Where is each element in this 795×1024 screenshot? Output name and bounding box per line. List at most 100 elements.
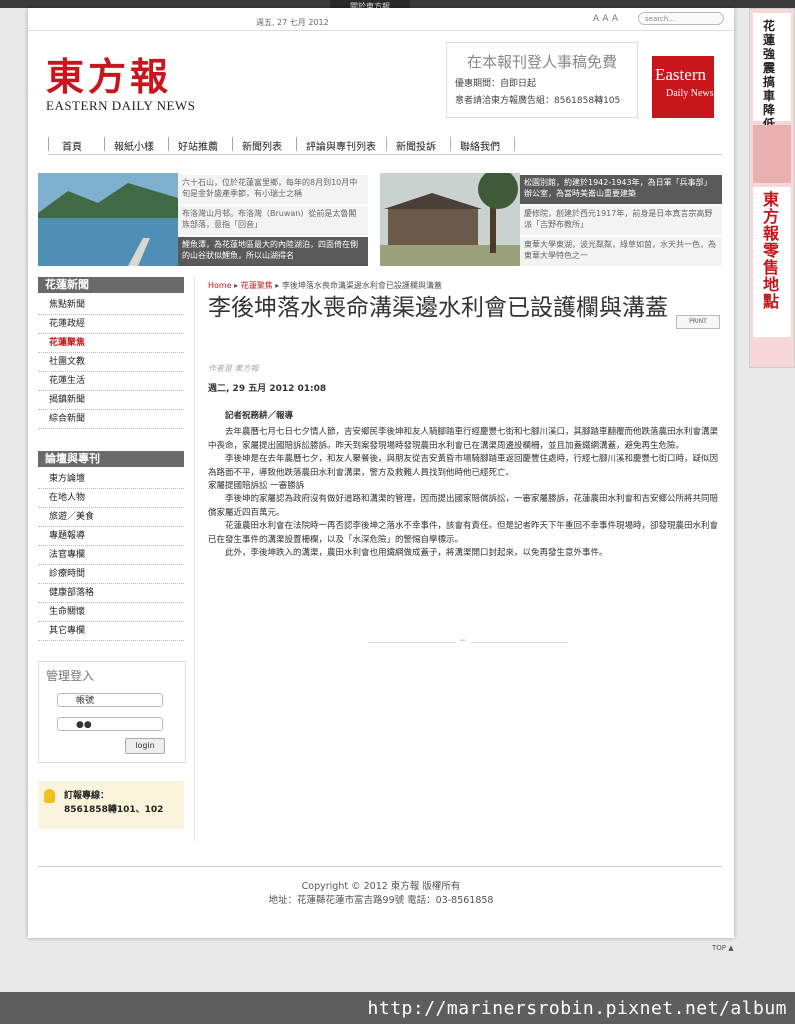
article-paragraph: 去年農曆七月七日七夕情人節，吉安鄉民李後坤和友人騎腳踏車行經慶豐七街和七腳川溪口… [208,427,719,451]
divider-ornament: ∽ [456,636,470,646]
breadcrumb: Home ▸ 花蓮聚焦 ▸ 李後坤落水喪命溝渠邊水利會已設護欄與溝蓋 [208,281,442,290]
nav-columns[interactable]: 評論與專刊列表 [306,138,376,153]
sidebar-item-life-care[interactable]: 生命關懷 [38,603,184,622]
ad-title: 在本報刊登人事稿免費 [466,53,617,71]
sidebar-item-general[interactable]: 綜合新聞 [38,410,184,429]
print-button[interactable]: PRINT [676,315,720,329]
badge-line-2: Daily News [666,88,714,99]
hotline-text: 訂報專線： 8561858轉101、102 [64,789,163,817]
lake-photo[interactable] [38,173,178,266]
breadcrumb-current: 李後坤落水喪命溝渠邊水利會已設護欄與溝蓋 [281,281,442,290]
nav-separator [168,137,169,151]
article-author: 作者是 東方報 [208,364,259,373]
ad-panel-image [753,125,791,183]
article-paragraph: 此外，李後坤跌入的溝渠，農田水利會也用鐵網做成蓋子，將溝渠開口封起來，以免再發生… [225,548,608,559]
sidebar-item-politics[interactable]: 花蓮政經 [38,315,184,334]
breadcrumb-category[interactable]: 花蓮聚焦 [241,281,273,290]
eastern-daily-news-badge: Eastern Daily News [652,56,714,118]
hotline-label: 訂報專線： [64,791,110,801]
username-placeholder: 帳號 [76,696,95,706]
article-date: 週二, 29 五月 2012 01:08 [208,384,327,394]
ad-line-2: 意者請洽東方報廣告組：8561858轉105 [455,96,621,106]
right-side-ad[interactable]: 花蓮強震搞車降低 東方報 零售地點 [749,8,795,368]
main-nav: 首頁 報紙小樣 好站推薦 新聞列表 評論與專刊列表 新聞投訴 聯絡我們 [48,132,722,155]
sidebar-item-clinic[interactable]: 診療時間 [38,565,184,584]
nav-paper-sample[interactable]: 報紙小樣 [114,138,154,153]
hotline-value: 8561858轉101、102 [64,805,164,815]
back-to-top-link[interactable]: TOP ▲ [712,944,734,952]
sidebar-item-special[interactable]: 專題報導 [38,527,184,546]
feature-item[interactable]: 慶修院，創建於西元1917年，前身是日本真言宗高野派「吉野布教所」 [520,206,722,235]
nav-separator [450,137,451,151]
article-title: 李後坤落水喪命溝渠邊水利會已設護欄與溝蓋 [208,295,668,321]
ad-line-1: 優惠期間：自即日起 [455,79,537,89]
ad-retail-text: 東方報 零售地點 [763,190,780,311]
address-text: 地址：花蓮縣花蓮市富吉路99號 電話：03-8561858 [268,895,494,906]
lightbulb-icon [44,789,55,803]
sidebar-item-other[interactable]: 其它專欄 [38,622,184,641]
sidebar-header-news: 花蓮新聞 [38,277,184,293]
sidebar-item-life[interactable]: 花蓮生活 [38,372,184,391]
feature-item-active[interactable]: 鯉魚潭，為花蓮地區最大的內陸湖泊，四面倚在側的山谷狀似鯉魚，所以山湖得名 [178,237,368,266]
feature-item[interactable]: 東華大學東湖，波光粼粼，綠草如茵，水天共一色，為東華大學特色之一 [520,237,722,266]
feature-item-active[interactable]: 松園別館，約建於1942-1943年，為日軍「兵事部」辦公室，為當時美崙山重要建… [520,175,722,204]
page-container: 週五, 27 七月 2012 AAA search... 東方報 EASTERN… [28,8,734,938]
article-reporter: 記者祝務耕／報導 [225,411,294,421]
sidebar-item-towns[interactable]: 揭鎮新聞 [38,391,184,410]
search-placeholder: search... [645,15,675,23]
article-paragraph: 李後坤的家屬認為政府沒有做好道路和溝渠的管理，因而提出國家賠償訴訟，一審家屬勝訴… [208,494,719,518]
nav-home[interactable]: 首頁 [62,138,82,153]
footer: Copyright © 2012 東方報 版權所有 地址：花蓮縣花蓮市富吉路99… [28,880,734,908]
logo-chinese: 東方報 [46,54,173,99]
feature-item[interactable]: 六十石山，位於花蓮富里鄉，每年的8月到10月中旬是金針盛產季節，有小瑞士之稱 [178,175,368,204]
sidebar-header-forum: 論壇與專刊 [38,451,184,467]
nav-complaints[interactable]: 新聞投訴 [396,138,436,153]
article-paragraph: 李後坤是在去年農曆七夕，和友人聚餐後，與朋友從吉安黃昏市場騎腳踏車返回慶豐住處時… [208,454,719,478]
login-header: 管理登入 [46,669,95,683]
sidebar-item-hualien-focus[interactable]: 花蓮聚焦 [38,334,184,353]
badge-line-1: Eastern [655,65,706,84]
divider [28,30,734,31]
breadcrumb-home[interactable]: Home [208,281,232,290]
subscription-hotline: 訂報專線： 8561858轉101、102 [38,781,184,829]
feature-slider-left: 六十石山，位於花蓮富里鄉，每年的8月到10月中旬是金針盛產季節，有小瑞士之稱 布… [38,173,368,266]
nav-separator [514,137,515,151]
sidebar-item-people[interactable]: 在地人物 [38,489,184,508]
watermark-bar: http://marinersrobin.pixnet.net/album [0,992,795,1024]
search-input[interactable]: search... [638,12,724,25]
sidebar-item-focus[interactable]: 焦點新聞 [38,296,184,315]
sidebar-item-health[interactable]: 健康部落格 [38,584,184,603]
nav-recommended[interactable]: 好站推薦 [178,138,218,153]
nav-separator [48,137,49,151]
feature-slider-right: 松園別館，約建於1942-1943年，為日軍「兵事部」辦公室，為當時美崙山重要建… [380,173,722,266]
article-subheading: 家屬提國賠訴訟 一審勝訴 [208,481,305,492]
login-box: 管理登入 帳號 ●● login [38,661,186,763]
sidebar-item-culture[interactable]: 社團文教 [38,353,184,372]
site-logo[interactable]: 東方報 EASTERN DAILY NEWS [46,56,216,114]
password-field[interactable]: ●● [57,717,163,731]
font-size-icons[interactable]: AAA [593,14,621,24]
copyright-text: Copyright © 2012 東方報 版權所有 [301,881,461,892]
house-photo[interactable] [380,173,520,266]
username-field[interactable]: 帳號 [57,693,163,707]
footer-divider [38,866,722,867]
nav-separator [232,137,233,151]
ad-panel-headline: 花蓮強震搞車降低 [753,13,791,131]
nav-separator [104,137,105,151]
ad-panel-retail: 東方報 零售地點 [753,187,791,337]
logo-english: EASTERN DAILY NEWS [46,98,196,113]
sidebar-item-judge[interactable]: 法官專欄 [38,546,184,565]
sidebar-item-forum[interactable]: 東方論壇 [38,470,184,489]
header-ad-box[interactable]: 在本報刊登人事稿免費 優惠期間：自即日起 意者請洽東方報廣告組：8561858轉… [446,42,638,118]
nav-separator [386,137,387,151]
ad-headline-text: 花蓮強震搞車降低 [763,19,776,131]
feature-item[interactable]: 布洛灣山月邨。布洛灣（Bruwan）從前是太魯閣族部落，意指「回音」 [178,206,368,235]
watermark-url: http://marinersrobin.pixnet.net/album [367,998,787,1019]
nav-news-list[interactable]: 新聞列表 [242,138,282,153]
nav-contact[interactable]: 聯絡我們 [460,138,500,153]
nav-separator [296,137,297,151]
date-line: 週五, 27 七月 2012 [256,18,329,27]
login-button[interactable]: login [125,738,165,754]
sidebar-item-travel[interactable]: 旅遊／美食 [38,508,184,527]
column-divider [194,276,195,841]
